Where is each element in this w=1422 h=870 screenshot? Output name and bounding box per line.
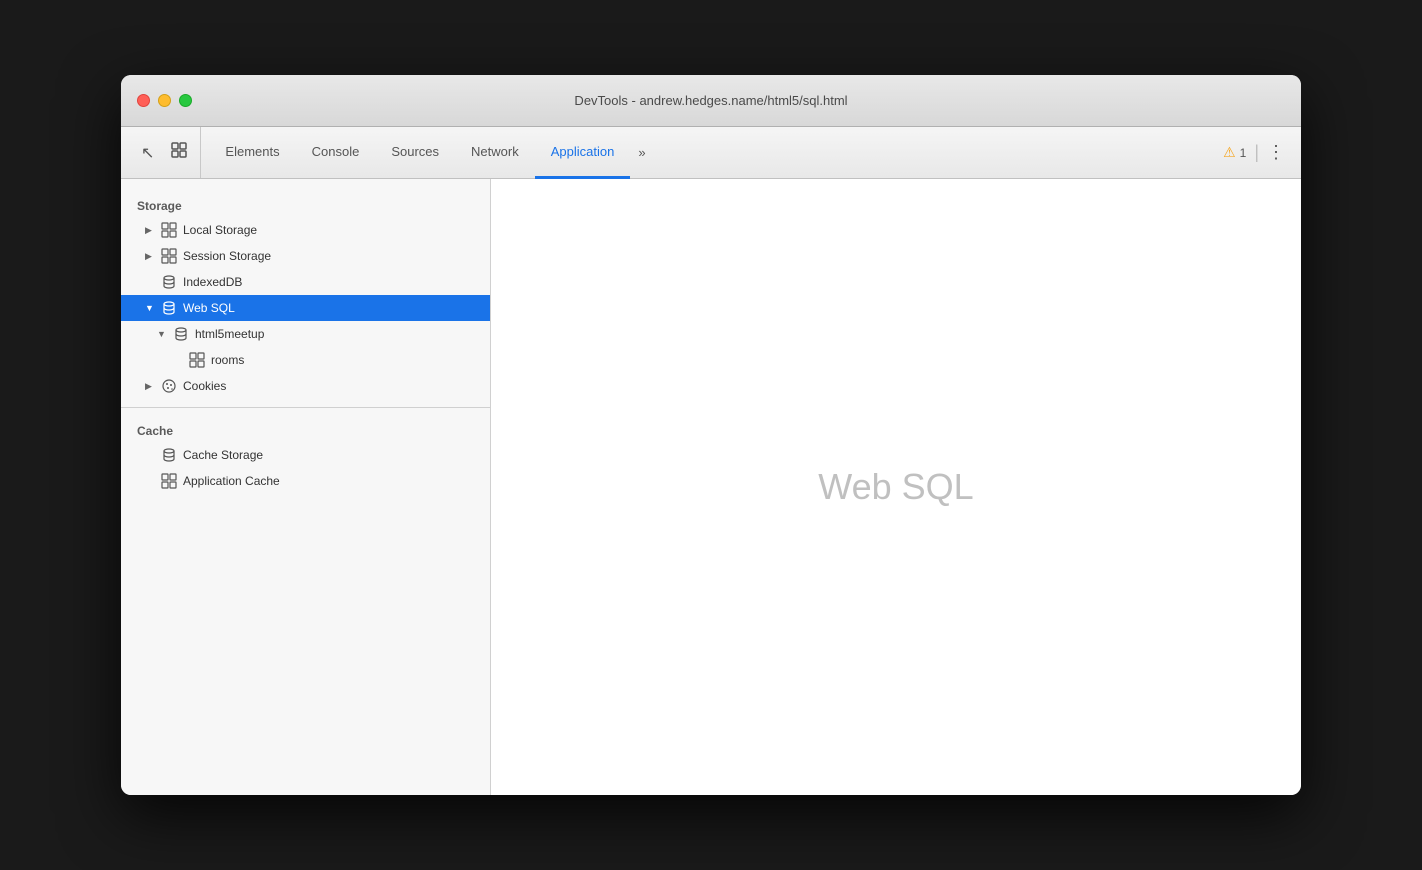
warning-icon: ⚠ (1223, 144, 1236, 161)
grid-icon (161, 248, 177, 264)
chevron-icon: ▼ (157, 329, 167, 339)
warning-badge[interactable]: ⚠ 1 (1223, 144, 1246, 161)
sidebar: Storage ▶ Local Storage ▶ (121, 179, 491, 795)
db-icon (161, 274, 177, 290)
close-button[interactable] (137, 94, 150, 107)
sidebar-item-rooms[interactable]: ▶ rooms (121, 347, 490, 373)
sidebar-item-cookies[interactable]: ▶ Cookies (121, 373, 490, 399)
chevron-icon: ▶ (145, 251, 155, 262)
cursor-icon[interactable]: ↖ (137, 139, 158, 167)
sidebar-item-app-cache[interactable]: ▶ Application Cache (121, 468, 490, 494)
more-options-icon[interactable]: ⋮ (1267, 142, 1285, 163)
divider (121, 407, 490, 408)
chevron-icon: ▼ (145, 303, 155, 313)
tab-elements[interactable]: Elements (209, 127, 295, 179)
tab-console[interactable]: Console (296, 127, 376, 179)
sidebar-item-session-storage[interactable]: ▶ Session Storage (121, 243, 490, 269)
devtools-left-icons: ↖ (129, 127, 201, 178)
grid-icon (161, 473, 177, 489)
tab-application[interactable]: Application (535, 127, 631, 179)
cookie-icon (161, 378, 177, 394)
sidebar-item-local-storage[interactable]: ▶ Local Storage (121, 217, 490, 243)
storage-section-header: Storage (121, 191, 490, 217)
sidebar-item-cache-storage[interactable]: ▶ Cache Storage (121, 442, 490, 468)
main-panel: Web SQL (491, 179, 1301, 795)
tab-bar: ↖ Elements Console Sources Network Appli… (121, 127, 1301, 179)
sidebar-item-html5meetup[interactable]: ▼ html5meetup (121, 321, 490, 347)
db-icon (161, 447, 177, 463)
sidebar-item-indexeddb[interactable]: ▶ IndexedDB (121, 269, 490, 295)
tab-network[interactable]: Network (455, 127, 535, 179)
main-placeholder-text: Web SQL (818, 466, 973, 508)
tab-right-area: ⚠ 1 | ⋮ (1215, 127, 1293, 178)
tab-more[interactable]: » (630, 127, 653, 178)
db-icon (161, 300, 177, 316)
title-bar: DevTools - andrew.hedges.name/html5/sql.… (121, 75, 1301, 127)
traffic-lights (137, 94, 192, 107)
minimize-button[interactable] (158, 94, 171, 107)
cache-section-header: Cache (121, 416, 490, 442)
tab-sources[interactable]: Sources (375, 127, 455, 179)
sidebar-item-web-sql[interactable]: ▼ Web SQL (121, 295, 490, 321)
inspect-icon[interactable] (166, 137, 192, 168)
db-icon (173, 326, 189, 342)
chevron-icon: ▶ (145, 225, 155, 236)
window-title: DevTools - andrew.hedges.name/html5/sql.… (574, 93, 847, 108)
chevron-icon: ▶ (145, 381, 155, 392)
devtools-window: DevTools - andrew.hedges.name/html5/sql.… (121, 75, 1301, 795)
grid-icon (161, 222, 177, 238)
grid-icon (189, 352, 205, 368)
main-content: Storage ▶ Local Storage ▶ (121, 179, 1301, 795)
maximize-button[interactable] (179, 94, 192, 107)
